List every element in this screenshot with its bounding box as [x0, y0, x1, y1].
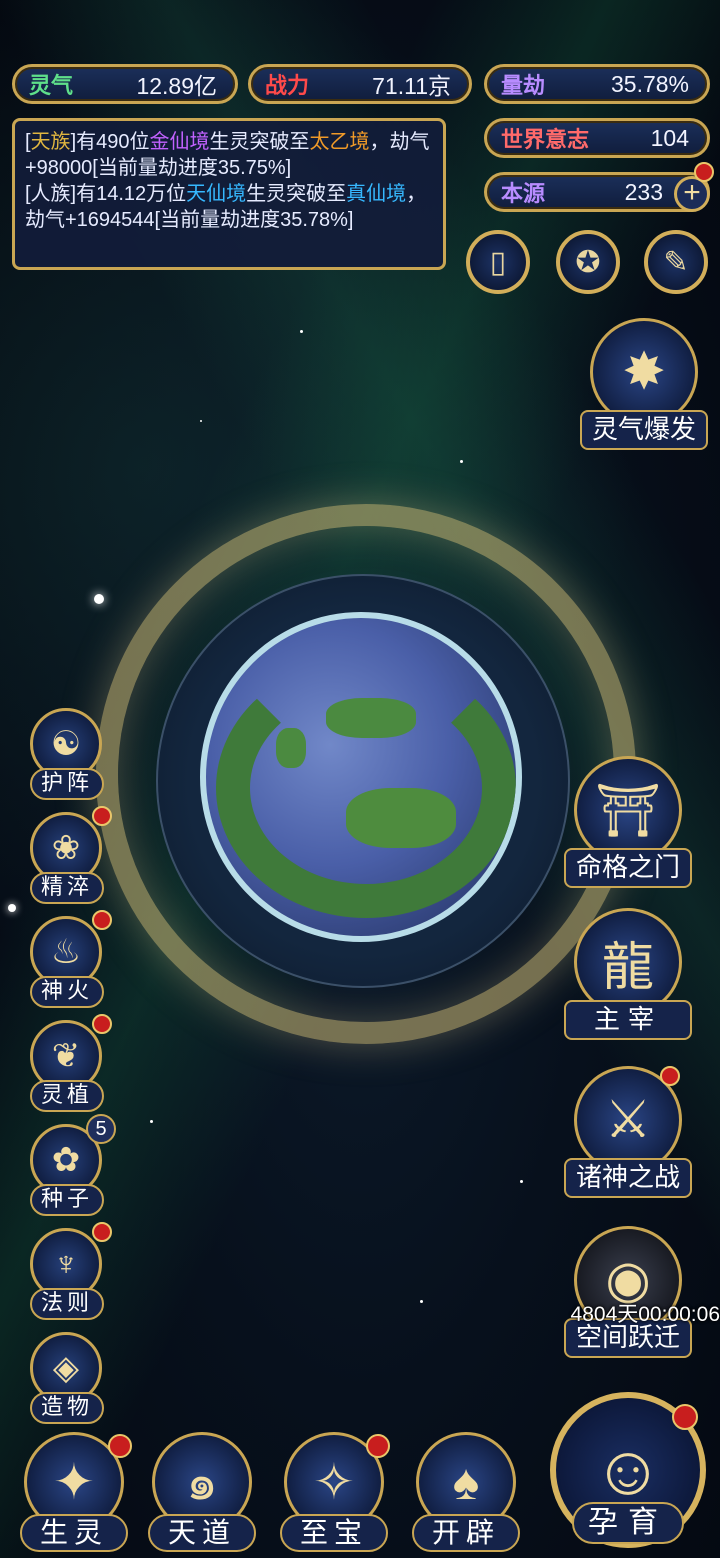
star	[420, 1300, 423, 1303]
star	[200, 420, 202, 422]
portal-icon: ✪	[575, 245, 601, 279]
stat-liangjie-label: 量劫	[501, 73, 546, 99]
shenhuo-label: 神火	[30, 976, 104, 1008]
lingzhi-label: 灵植	[30, 1080, 104, 1112]
stat-liangjie-value: 35.78%	[610, 70, 689, 97]
jingcui-label: 精淬	[30, 872, 104, 904]
yunyu-label: 孕育	[572, 1502, 684, 1544]
stat-zhanli-label: 战力	[265, 73, 310, 99]
stat-benyuan-value: 233	[624, 178, 663, 205]
plus-icon: +	[683, 176, 701, 209]
huzhen-button[interactable]: ☯ 护阵	[24, 708, 110, 802]
planet[interactable]	[200, 612, 522, 942]
kaipi-label: 开辟	[412, 1514, 520, 1552]
card-icon: ▯	[489, 245, 507, 279]
stat-benyuan-label: 本源	[501, 181, 546, 207]
lingzhi-button[interactable]: ❦ 灵植	[24, 1020, 110, 1114]
seed-count-badge: 5	[86, 1114, 116, 1144]
event-log-line: [人族]有14.12万位天仙境生灵突破至真仙境，劫气+1694544[当前量劫进…	[25, 183, 427, 231]
star	[460, 460, 463, 463]
scroll-button[interactable]: ✎	[644, 230, 708, 294]
card-button[interactable]: ▯	[466, 230, 530, 294]
zaowu-button[interactable]: ◈ 造物	[24, 1332, 110, 1426]
tiandao-label: 天道	[148, 1514, 256, 1552]
event-log-panel: [天族]有490位金仙境生灵突破至太乙境，劫气+98000[当前量劫进度35.7…	[12, 118, 446, 270]
notification-dot	[660, 1066, 680, 1086]
star	[94, 594, 104, 604]
stat-lingqi: 灵气 12.89亿	[12, 64, 238, 104]
kongjian-timer: 4804天00:00:06	[570, 1303, 720, 1326]
kaipi-button[interactable]: ♠ 开辟	[412, 1432, 522, 1554]
faze-label: 法则	[30, 1288, 104, 1320]
notification-dot	[694, 162, 714, 182]
zhushen-label: 诸神之战	[564, 1158, 692, 1198]
stat-lingqi-label: 灵气	[29, 73, 74, 99]
huzhen-label: 护阵	[30, 768, 104, 800]
tiandao-button[interactable]: ๑ 天道	[148, 1432, 258, 1554]
notification-dot	[672, 1404, 698, 1430]
stat-lingqi-value: 12.89亿	[136, 73, 217, 99]
stat-shijie[interactable]: 世界意志 104	[484, 118, 710, 158]
continent	[346, 788, 456, 848]
scroll-icon: ✎	[663, 245, 689, 279]
event-log-line: [天族]有490位金仙境生灵突破至太乙境，劫气+98000[当前量劫进度35.7…	[25, 131, 430, 179]
shengling-label: 生灵	[20, 1514, 128, 1552]
stat-zhanli-value: 71.11京	[372, 73, 451, 99]
zhuzai-label: 主宰	[564, 1000, 692, 1040]
stat-zhanli: 战力 71.11京	[248, 64, 472, 104]
star	[150, 1120, 153, 1123]
stat-shijie-label: 世界意志	[501, 127, 590, 153]
lingqi-baofa-label: 灵气爆发	[580, 410, 708, 450]
continent	[326, 698, 416, 738]
notification-dot	[108, 1434, 132, 1458]
continent	[276, 728, 306, 768]
portal-button[interactable]: ✪	[556, 230, 620, 294]
jingcui-button[interactable]: ❀ 精淬	[24, 812, 110, 906]
mingge-label: 命格之门	[564, 848, 692, 888]
stat-shijie-value: 104	[650, 124, 689, 151]
faze-button[interactable]: ♆ 法则	[24, 1228, 110, 1322]
zaowu-label: 造物	[30, 1392, 104, 1424]
zhongzi-label: 种子	[30, 1184, 104, 1216]
notification-dot	[92, 910, 112, 930]
notification-dot	[92, 1014, 112, 1034]
zhibao-label: 至宝	[280, 1514, 388, 1552]
continent	[216, 658, 516, 918]
shenhuo-button[interactable]: ♨ 神火	[24, 916, 110, 1010]
notification-dot	[92, 1222, 112, 1242]
notification-dot	[366, 1434, 390, 1458]
star	[8, 904, 16, 912]
notification-dot	[92, 806, 112, 826]
star	[520, 1180, 523, 1183]
stat-liangjie[interactable]: 量劫 35.78%	[484, 64, 710, 104]
star	[300, 330, 303, 333]
